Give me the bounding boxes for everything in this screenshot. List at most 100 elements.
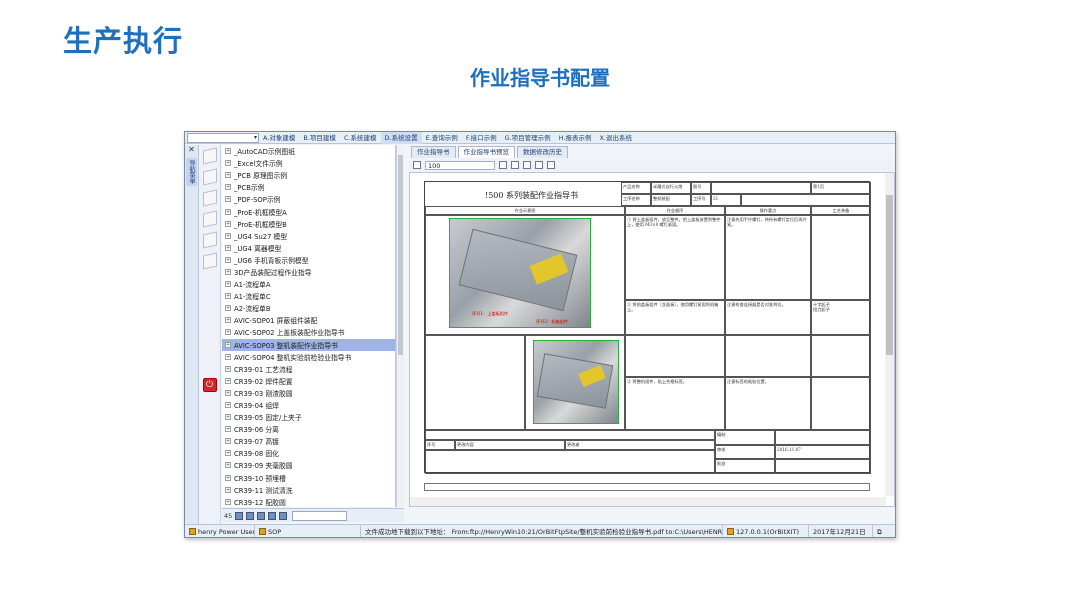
menu-item-interface-demo[interactable]: F.接口示例: [462, 132, 501, 144]
tree-item[interactable]: + _ProE-机框模型A: [222, 205, 395, 217]
expand-icon[interactable]: +: [225, 196, 231, 203]
menu-item-report-demo[interactable]: H.报表示例: [555, 132, 596, 144]
fit-page-icon[interactable]: [511, 161, 519, 169]
tree-scrollbar[interactable]: [396, 145, 404, 507]
fit-width-icon[interactable]: [499, 161, 507, 169]
expand-icon[interactable]: +: [225, 389, 231, 396]
document-viewer[interactable]: !500 系列装配作业指导书 产品名称 半履式自行火炮 图号 第1页 工序名称 …: [409, 172, 895, 507]
refresh-icon[interactable]: [257, 511, 266, 520]
tab-work-instruction[interactable]: 作业指导书: [411, 146, 456, 158]
expand-icon[interactable]: +: [225, 184, 231, 191]
link-icon[interactable]: [202, 231, 217, 249]
zoom-select[interactable]: 100: [425, 160, 495, 170]
copy-icon[interactable]: [279, 511, 288, 520]
expand-icon[interactable]: +: [225, 486, 231, 493]
viewer-hscrollbar[interactable]: [410, 497, 886, 506]
expand-icon[interactable]: +: [225, 341, 231, 348]
settings-icon[interactable]: [268, 511, 277, 520]
tree-item[interactable]: + A1-流程单C: [222, 290, 395, 302]
tree-item[interactable]: + CR39-03 刚渣胶圆: [222, 387, 395, 399]
tab-preview[interactable]: 作业指导书预览: [457, 146, 515, 158]
collapse-icon[interactable]: [235, 511, 244, 520]
expand-icon[interactable]: +: [225, 402, 231, 409]
tree-item[interactable]: + CR39-04 组焊: [222, 399, 395, 411]
tree-item[interactable]: + _PCB示例: [222, 181, 395, 193]
close-icon[interactable]: ✕: [185, 145, 198, 154]
expand-icon[interactable]: +: [225, 281, 231, 288]
document-icon[interactable]: [202, 147, 217, 165]
tree-item[interactable]: + _PCB 原理图示例: [222, 169, 395, 181]
power-icon[interactable]: ⏻: [202, 378, 217, 392]
expand-icon[interactable]: +: [225, 414, 231, 421]
expand-icon[interactable]: +: [225, 232, 231, 239]
tree-item[interactable]: + CR39-07 高镀: [222, 435, 395, 447]
expand-icon[interactable]: +: [225, 293, 231, 300]
tree-item[interactable]: + CR39-11 测试清洗: [222, 484, 395, 496]
expand-icon[interactable]: [246, 511, 255, 520]
tree-item[interactable]: + _ProE-机框模型B: [222, 218, 395, 230]
menu-item-query-demo[interactable]: E.查询示例: [422, 132, 462, 144]
actual-size-icon[interactable]: [523, 161, 531, 169]
tab-history[interactable]: 数据修改历史: [517, 146, 568, 158]
expand-icon[interactable]: +: [225, 353, 231, 360]
tree-item[interactable]: + _Excel文件示例: [222, 157, 395, 169]
expand-icon[interactable]: +: [225, 148, 231, 155]
tree-item[interactable]: + _UG6 手机背板示例模型: [222, 254, 395, 266]
expand-icon[interactable]: +: [225, 208, 231, 215]
expand-icon[interactable]: +: [225, 268, 231, 275]
delete-icon[interactable]: [202, 252, 217, 270]
help-icon[interactable]: ⧉: [873, 525, 893, 538]
expand-icon[interactable]: +: [225, 462, 231, 469]
expand-icon[interactable]: +: [225, 329, 231, 336]
expand-icon[interactable]: +: [225, 498, 231, 505]
viewer-vscrollbar[interactable]: [885, 173, 894, 496]
menu-item-system-modeling[interactable]: C.系统建模: [340, 132, 381, 144]
tree-item[interactable]: + CR39-08 固化: [222, 447, 395, 459]
tree-search-input[interactable]: [292, 510, 348, 521]
expand-icon[interactable]: +: [225, 438, 231, 445]
tree-item[interactable]: + CR39-09 夹毫胶圆: [222, 459, 395, 471]
tree-item[interactable]: + A1-流程单A: [222, 278, 395, 290]
tree-item[interactable]: + AVIC-SOP02 上盖板装配作业指导书: [222, 326, 395, 338]
tree-item[interactable]: + CR39-12 配胶圆: [222, 496, 395, 507]
tree-item[interactable]: + AVIC-SOP04 整机实验前检验业指导书: [222, 351, 395, 363]
expand-icon[interactable]: +: [225, 244, 231, 251]
document-icon[interactable]: [202, 168, 217, 186]
tree-item[interactable]: + CR39-02 焊件配置: [222, 375, 395, 387]
tree-item[interactable]: + CR39-01 工艺流程: [222, 363, 395, 375]
print-icon[interactable]: [547, 161, 555, 169]
tree-item[interactable]: + CR39-05 固定/上夹子: [222, 411, 395, 423]
expand-icon[interactable]: +: [225, 377, 231, 384]
menu-item-project-management[interactable]: G.项目管理示例: [501, 132, 555, 144]
tree-item[interactable]: + AVIC-SOP03 整机装配作业指导书: [222, 338, 395, 351]
expand-icon[interactable]: +: [225, 365, 231, 372]
edit-icon[interactable]: [202, 189, 217, 207]
expand-icon[interactable]: +: [225, 474, 231, 481]
tree-item[interactable]: + CR39-06 分离: [222, 423, 395, 435]
menu-item-project-modeling[interactable]: B.项目建模: [299, 132, 340, 144]
menu-item-object-modeling[interactable]: A.对象建模: [259, 132, 299, 144]
save-icon[interactable]: [535, 161, 543, 169]
menu-item-exit[interactable]: X.退出系统: [596, 132, 637, 144]
page-icon[interactable]: [413, 161, 421, 169]
module-combo[interactable]: ▾: [187, 132, 259, 143]
tree-item[interactable]: + _PDF-SOP示例: [222, 193, 395, 205]
nav-menu-tab[interactable]: 导航菜单: [186, 158, 197, 186]
expand-icon[interactable]: +: [225, 305, 231, 312]
tree-item[interactable]: + _AutoCAD示例图纸: [222, 145, 395, 157]
expand-icon[interactable]: +: [225, 160, 231, 167]
expand-icon[interactable]: +: [225, 172, 231, 179]
tree-item[interactable]: + AVIC-SOP01 屏蔽组件装配: [222, 314, 395, 326]
tree-item[interactable]: + CR39-10 预埋槽: [222, 472, 395, 484]
expand-icon[interactable]: +: [225, 426, 231, 433]
expand-icon[interactable]: +: [225, 317, 231, 324]
expand-icon[interactable]: +: [225, 220, 231, 227]
tree-item[interactable]: + A2-流程单B: [222, 302, 395, 314]
tree-item[interactable]: + _UG4 离器模型: [222, 242, 395, 254]
tree-item[interactable]: + _UG4 Su27 模型: [222, 230, 395, 242]
expand-icon[interactable]: +: [225, 450, 231, 457]
expand-icon[interactable]: +: [225, 256, 231, 263]
tree-item[interactable]: +3D产品装配过程作业指导: [222, 266, 395, 278]
menu-item-system-settings[interactable]: D.系统设置: [380, 132, 422, 144]
copy-icon[interactable]: [202, 210, 217, 228]
